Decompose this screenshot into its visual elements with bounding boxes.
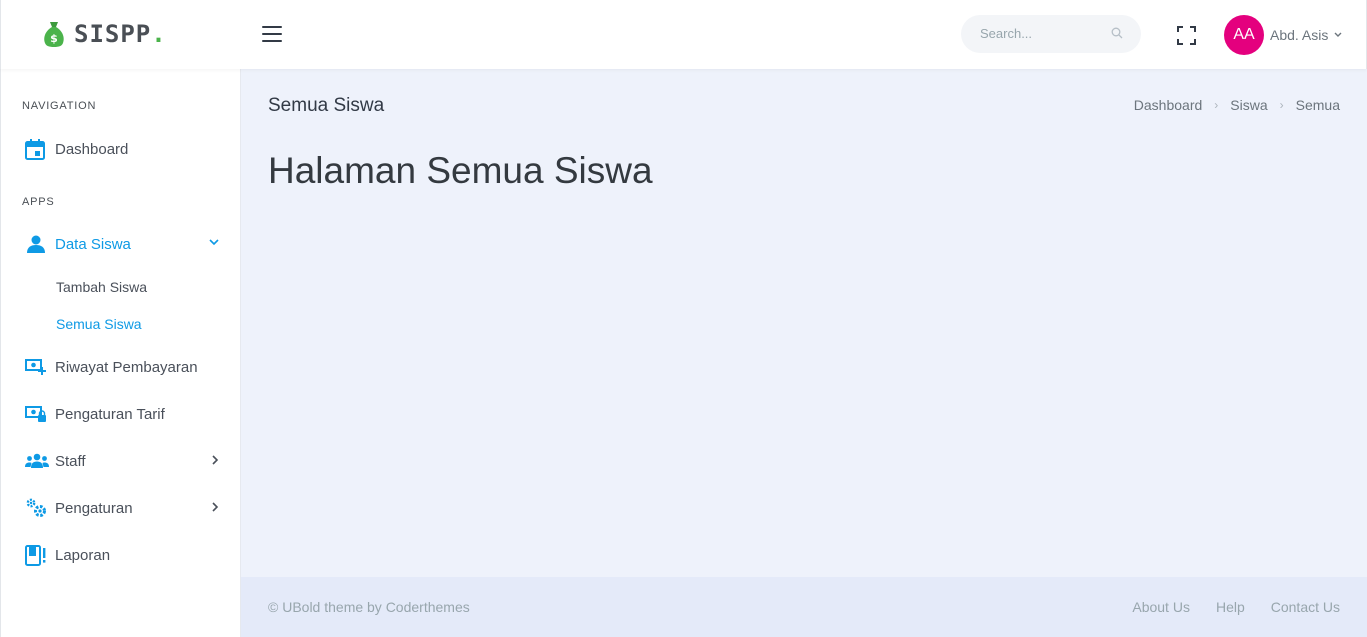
sidebar-item-staff[interactable]: Staff <box>25 448 225 474</box>
sidebar-item-label: Pengaturan <box>55 499 133 517</box>
breadcrumb-item[interactable]: Siswa <box>1230 97 1267 113</box>
footer-link-help[interactable]: Help <box>1216 599 1245 615</box>
chevron-right-icon: › <box>1279 98 1284 112</box>
footer-link-contact-us[interactable]: Contact Us <box>1271 599 1340 615</box>
book-alert-icon <box>25 544 49 566</box>
brand-name: SISPP. <box>74 20 167 48</box>
search-icon[interactable] <box>1111 27 1123 39</box>
topbar: $ SISPP. AA Abd. Asis <box>0 0 1367 69</box>
page-heading: Halaman Semua Siswa <box>268 150 653 191</box>
users-icon <box>25 450 49 472</box>
cogs-icon <box>25 497 49 519</box>
sidebar-item-laporan[interactable]: Laporan <box>25 542 225 568</box>
money-bag-icon: $ <box>44 22 64 47</box>
footer-link-about-us[interactable]: About Us <box>1132 599 1190 615</box>
page-title: Semua Siswa <box>268 95 385 116</box>
sidebar-item-dashboard[interactable]: Dashboard <box>25 136 225 162</box>
sidebar-item-data-siswa[interactable]: Data Siswa <box>25 231 225 257</box>
avatar: AA <box>1224 15 1264 55</box>
cash-plus-icon <box>25 356 49 378</box>
sidebar-subitem-semua-siswa[interactable]: Semua Siswa <box>56 316 142 332</box>
user-name: Abd. Asis <box>1270 27 1329 43</box>
sidebar-subitem-tambah-siswa[interactable]: Tambah Siswa <box>56 279 147 295</box>
chevron-right-icon <box>212 502 219 512</box>
chevron-right-icon <box>212 455 219 465</box>
chevron-down-icon <box>1334 32 1342 37</box>
breadcrumb: Dashboard › Siswa › Semua <box>1134 97 1340 113</box>
sidebar-item-label: Staff <box>55 452 86 470</box>
user-icon <box>25 233 49 255</box>
sidebar-item-label: Laporan <box>55 546 111 564</box>
sidebar-item-label: Riwayat Pembayaran <box>55 358 198 376</box>
footer-copyright: © UBold theme by Coderthemes <box>268 599 470 615</box>
menu-title-navigation: NAVIGATION <box>22 100 97 112</box>
calendar-icon <box>25 138 49 160</box>
hamburger-icon[interactable] <box>262 26 282 42</box>
sidebar-item-pengaturan[interactable]: Pengaturan <box>25 495 225 521</box>
sidebar-item-pengaturan-tarif[interactable]: Pengaturan Tarif <box>25 401 225 427</box>
menu-title-apps: APPS <box>22 196 55 208</box>
chevron-right-icon: › <box>1214 98 1219 112</box>
sidebar-item-label: Pengaturan Tarif <box>55 405 165 423</box>
sidebar-item-riwayat-pembayaran[interactable]: Riwayat Pembayaran <box>25 354 225 380</box>
search-input[interactable] <box>980 26 1110 41</box>
sidebar: NAVIGATION Dashboard APPS Data Siswa Tam… <box>0 69 241 637</box>
chevron-down-icon <box>209 239 219 246</box>
brand-logo[interactable]: $ SISPP. <box>43 20 167 48</box>
cash-lock-icon <box>25 403 49 425</box>
sidebar-item-label: Data Siswa <box>55 235 131 253</box>
footer-links: About Us Help Contact Us <box>1106 599 1340 615</box>
user-menu[interactable]: AA Abd. Asis <box>1224 15 1342 55</box>
sidebar-item-label: Dashboard <box>55 140 129 158</box>
fullscreen-icon[interactable] <box>1177 26 1196 45</box>
footer: © UBold theme by Coderthemes About Us He… <box>241 577 1367 637</box>
breadcrumb-item[interactable]: Dashboard <box>1134 97 1203 113</box>
svg-text:$: $ <box>50 32 58 45</box>
breadcrumb-item-current: Semua <box>1295 97 1340 113</box>
